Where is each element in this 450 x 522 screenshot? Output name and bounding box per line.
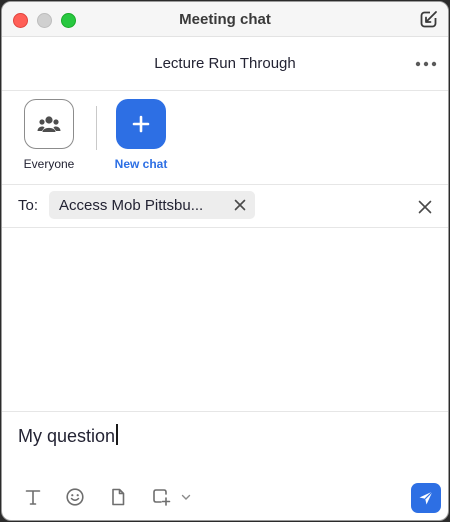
emoji-icon[interactable] [65, 487, 85, 507]
chooser-divider [96, 106, 97, 150]
message-input[interactable]: My question [18, 424, 118, 447]
meeting-header: Lecture Run Through [2, 37, 448, 91]
send-button[interactable] [411, 483, 441, 513]
everyone-button[interactable]: Everyone [18, 99, 80, 171]
text-format-icon[interactable] [23, 487, 43, 507]
everyone-avatar [24, 99, 74, 149]
new-chat-avatar [116, 99, 166, 149]
recipient-chip[interactable]: Access Mob Pittsbu... [49, 191, 255, 219]
chevron-down-icon[interactable] [180, 492, 192, 502]
remove-recipient-icon[interactable] [234, 199, 246, 211]
meeting-chat-window: Meeting chat Lecture Run Through Everyon… [1, 1, 449, 521]
send-icon [419, 491, 433, 505]
popout-icon[interactable] [419, 9, 439, 29]
screenshot-icon[interactable] [151, 487, 171, 507]
text-caret [116, 424, 118, 445]
to-row: To: Access Mob Pittsbu... [2, 185, 448, 228]
to-label: To: [18, 197, 39, 214]
message-list[interactable] [2, 228, 448, 411]
window-title: Meeting chat [179, 11, 271, 28]
title-bar: Meeting chat [2, 2, 448, 37]
plus-icon [132, 115, 150, 133]
message-input-value: My question [18, 426, 116, 446]
group-icon [37, 116, 61, 132]
clear-recipients-icon[interactable] [418, 200, 432, 214]
more-horizontal-icon[interactable] [415, 61, 437, 67]
recipient-chooser: Everyone New chat [2, 91, 448, 185]
everyone-label: Everyone [23, 157, 75, 171]
recipient-name: Access Mob Pittsbu... [59, 197, 204, 214]
new-chat-button[interactable]: New chat [110, 99, 172, 171]
compose-area: My question [2, 411, 448, 520]
new-chat-label: New chat [114, 157, 168, 171]
file-icon[interactable] [108, 487, 128, 507]
meeting-name: Lecture Run Through [154, 55, 296, 72]
